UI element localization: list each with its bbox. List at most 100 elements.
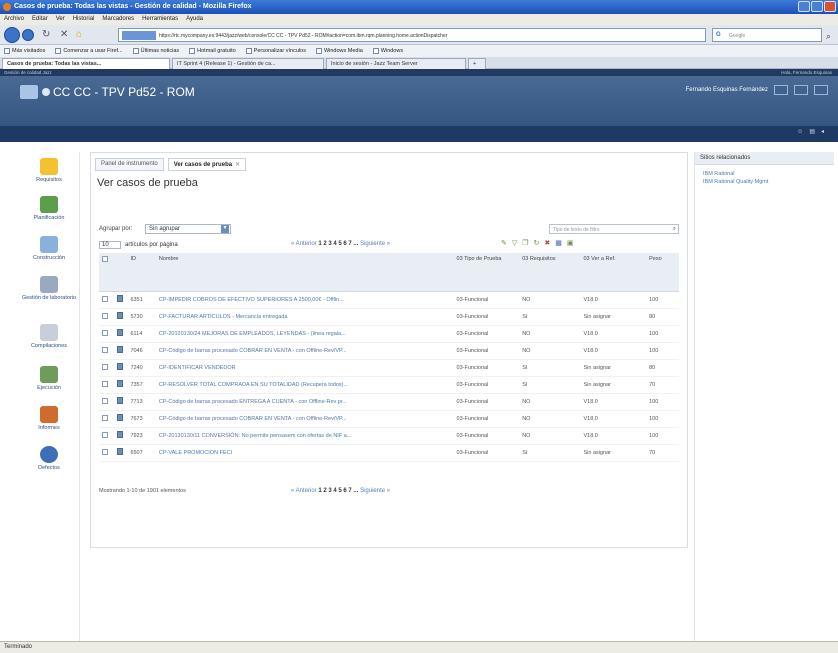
help-icon[interactable]: [814, 85, 828, 95]
sidebar-item-gestion[interactable]: Gestión de laboratorio: [18, 276, 80, 301]
per-page-select[interactable]: 10: [99, 241, 121, 249]
user-name[interactable]: Fernando Esquinas Fernández: [686, 87, 768, 93]
table-filter-input[interactable]: Tipo de texto de filtro ⌕: [549, 224, 679, 234]
related-link[interactable]: IBM Rational Quality Mgmt: [695, 177, 834, 185]
tipo-prueba-header[interactable]: 03 Tipo de Prueba: [453, 253, 520, 292]
bookmark-item[interactable]: Hotmail gratuito: [189, 47, 236, 55]
menu-historial[interactable]: Historial: [73, 16, 95, 23]
table-row[interactable]: 7240 CP-IDENTIFICAR VENDEDOR 03-Funcional S…: [99, 359, 679, 377]
version-header[interactable]: 03 Ver a Ref.: [580, 253, 647, 292]
row-name-link[interactable]: CP-20120130/24 MEJORAS DE EMPLEADOS, LEY…: [155, 325, 454, 343]
row-name-link[interactable]: CP-Código de barras procesado COBRAR EN …: [155, 342, 454, 360]
reload-icon[interactable]: ↻: [42, 30, 50, 40]
row-checkbox[interactable]: [102, 312, 108, 319]
row-checkbox[interactable]: [102, 448, 108, 455]
row-select-cell[interactable]: [99, 325, 115, 343]
pager-next[interactable]: Siguiente »: [360, 241, 390, 247]
chevron-down-icon[interactable]: ▼: [221, 225, 229, 233]
bookmark-item[interactable]: Personalizar vínculos: [245, 47, 306, 55]
bookmark-item[interactable]: Windows: [372, 47, 403, 55]
browser-tab-casos[interactable]: Casos de prueba: Todas las vistas...: [2, 58, 170, 69]
subbar-link[interactable]: ▤: [809, 128, 815, 135]
sidebar-item-requisitos[interactable]: Requisitos: [18, 158, 80, 183]
menu-archivo[interactable]: Archivo: [4, 16, 24, 23]
table-row[interactable]: 6507 CP-VALE PROMOCION FECI 03-Funcional SI…: [99, 444, 679, 462]
related-link[interactable]: IBM Rational: [695, 165, 834, 177]
maximize-button[interactable]: [811, 1, 823, 12]
row-select-cell[interactable]: [99, 376, 115, 394]
row-select-cell[interactable]: [99, 410, 115, 428]
browser-tab-login[interactable]: Inicio de sesión - Jazz Team Server: [326, 58, 466, 69]
collapse-icon[interactable]: ◂: [821, 128, 824, 135]
forward-arrow-icon[interactable]: [22, 29, 34, 41]
table-row[interactable]: 6351 CP-IMPEDIR COBROS DE EFECTIVO SUPERI…: [99, 291, 679, 309]
row-name-link[interactable]: CP-IMPEDIR COBROS DE EFECTIVO SUPERIORES…: [155, 291, 454, 309]
settings-icon[interactable]: [794, 85, 808, 95]
menu-ver[interactable]: Ver: [56, 16, 65, 23]
tab-panel-instrumento[interactable]: Panel de instrumento: [95, 158, 164, 171]
row-checkbox[interactable]: [102, 380, 108, 387]
tab-ver-casos[interactable]: Ver casos de prueba ✕: [167, 158, 247, 171]
row-select-cell[interactable]: [99, 444, 115, 462]
delete-icon[interactable]: ✖: [544, 239, 550, 247]
sidebar-item-defectos[interactable]: Defectos: [18, 446, 80, 471]
row-name-link[interactable]: CP-VALE PROMOCION FECI: [155, 444, 454, 462]
row-checkbox[interactable]: [102, 329, 108, 336]
row-name-link[interactable]: CP-IDENTIFICAR VENDEDOR: [155, 359, 454, 377]
search-input[interactable]: G Google: [712, 28, 822, 42]
table-row[interactable]: 5730 CP-FACTURAR ARTÍCULOS - Mercancía en…: [99, 308, 679, 326]
requisitos-header[interactable]: 03 Requisitos: [519, 253, 581, 292]
table-row[interactable]: 6114 CP-20120130/24 MEJORAS DE EMPLEADOS,…: [99, 325, 679, 343]
bookmark-item[interactable]: Últimas noticias: [132, 47, 179, 55]
menu-editar[interactable]: Editar: [32, 16, 48, 23]
pager-pages[interactable]: 1 2 3 4 5 6 7 ...: [318, 241, 358, 247]
back-arrow-icon[interactable]: [4, 27, 20, 43]
peso-header[interactable]: Peso: [646, 253, 679, 292]
name-header[interactable]: Nombre: [155, 253, 454, 292]
table-row[interactable]: 7357 CP-RESOLVER TOTAL COMPRADA EN SU TOT…: [99, 376, 679, 394]
stop-icon[interactable]: ✕: [60, 30, 68, 40]
project-menu-icon[interactable]: [42, 88, 50, 96]
edit-icon[interactable]: ✎: [501, 239, 507, 247]
table-row[interactable]: 7923 CP-20130130/11 CONVERSIÓN: No permit…: [99, 427, 679, 445]
minimize-button[interactable]: [798, 1, 810, 12]
row-checkbox[interactable]: [102, 397, 108, 404]
close-window-button[interactable]: [824, 1, 836, 12]
group-by-select[interactable]: Sin agrupar ▼: [145, 224, 231, 234]
row-name-link[interactable]: CP-Código de barras procesado COBRAR EN …: [155, 410, 454, 428]
row-select-cell[interactable]: [99, 359, 115, 377]
row-checkbox[interactable]: [102, 414, 108, 421]
bookmark-item[interactable]: Más visitados: [4, 47, 45, 55]
sidebar-item-planificacion[interactable]: Planificación: [18, 196, 80, 221]
copy-icon[interactable]: ❐: [522, 239, 528, 247]
row-select-cell[interactable]: [99, 393, 115, 411]
row-checkbox[interactable]: [102, 431, 108, 438]
select-all-checkbox[interactable]: [102, 256, 108, 262]
pager-pages[interactable]: 1 2 3 4 5 6 7 ...: [318, 488, 358, 494]
sidebar-item-ejecucion[interactable]: Ejecución: [18, 366, 80, 391]
close-tab-icon[interactable]: ✕: [235, 162, 240, 168]
row-select-cell[interactable]: [99, 342, 115, 360]
row-name-link[interactable]: CP-RESOLVER TOTAL COMPRADA EN SU TOTALID…: [155, 376, 454, 394]
menu-herramientas[interactable]: Herramientas: [142, 16, 178, 23]
row-select-cell[interactable]: [99, 427, 115, 445]
search-icon[interactable]: ⌕: [826, 31, 831, 42]
row-name-link[interactable]: CP-FACTURAR ARTÍCULOS - Mercancía entreg…: [155, 308, 454, 326]
table-row[interactable]: 7673 CP-Código de barras procesado COBRAR…: [99, 410, 679, 428]
row-select-cell[interactable]: [99, 291, 115, 309]
site-identity-icon[interactable]: [122, 31, 156, 40]
pager-prev[interactable]: « Anterior: [291, 241, 317, 247]
bookmark-item[interactable]: Comenzar a usar Firef...: [55, 47, 123, 55]
row-checkbox[interactable]: [102, 363, 108, 370]
menu-ayuda[interactable]: Ayuda: [186, 16, 203, 23]
id-header[interactable]: ID: [127, 253, 156, 292]
home-icon[interactable]: ⌂: [76, 30, 82, 40]
table-row[interactable]: 7713 CP-Código de barras procesado ENTREG…: [99, 393, 679, 411]
row-checkbox[interactable]: [102, 295, 108, 302]
user-icon[interactable]: ☺: [797, 129, 803, 135]
export-icon[interactable]: ▣: [567, 239, 574, 247]
project-title[interactable]: CC CC - TPV Pd52 - ROM: [53, 85, 195, 99]
refresh-icon[interactable]: ↻: [534, 239, 540, 247]
new-tab-button[interactable]: +: [468, 58, 486, 69]
url-bar[interactable]: https://rtc.mycompany.es:9443/jazz/web/c…: [118, 28, 706, 42]
